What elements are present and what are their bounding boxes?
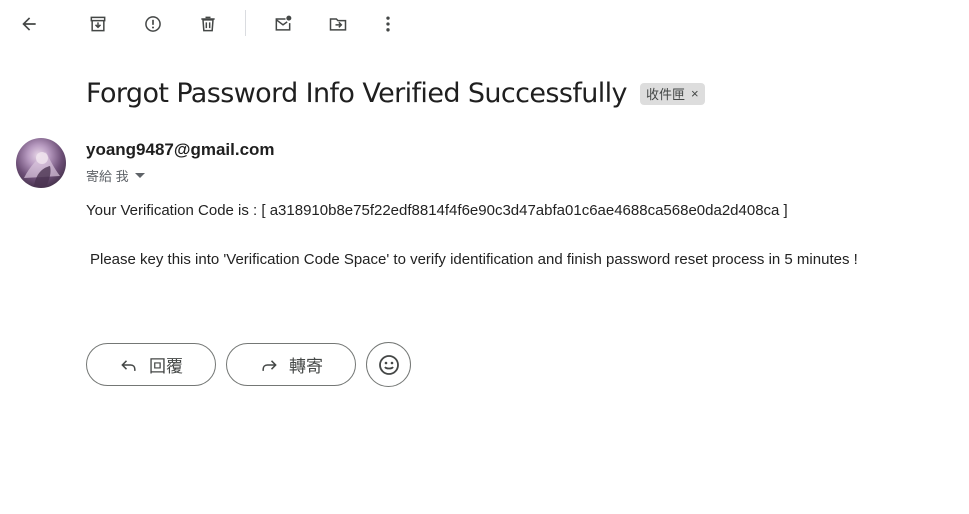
forward-icon [262,359,277,371]
verification-code-line: Your Verification Code is : [ a318910b8e… [86,202,788,219]
report-spam-icon [145,16,161,32]
back-icon [22,17,36,31]
recipient-row: 寄給 我 [86,166,145,185]
show-details-caret-icon[interactable] [134,173,145,178]
emoji-icon [378,354,399,375]
archive-icon [90,16,106,32]
toolbar [0,0,969,48]
toolbar-divider [245,10,246,36]
reply-label: 回覆 [149,357,183,376]
more-options-button[interactable] [370,6,406,42]
email-subject: Forgot Password Info Verified Successful… [86,78,628,109]
delete-icon [201,16,215,32]
inbox-label-chip[interactable]: 收件匣 × [639,82,705,105]
move-to-button[interactable] [320,6,356,42]
forward-label: 轉寄 [289,357,323,376]
mark-unread-icon [275,15,292,31]
avatar-image [24,152,60,188]
remove-label-icon[interactable]: × [691,86,699,101]
reply-icon [121,359,136,371]
mark-unread-button[interactable] [265,6,301,42]
more-vert-icon [386,16,390,32]
sender-email[interactable]: yoang9487@gmail.com [86,140,275,160]
reply-button[interactable]: 回覆 [86,343,216,386]
report-spam-button[interactable] [135,6,171,42]
emoji-reaction-button[interactable] [366,342,411,387]
move-to-icon [329,18,347,31]
delete-button[interactable] [190,6,226,42]
avatar[interactable] [16,138,66,188]
back-button[interactable] [11,6,47,42]
subject-row: Forgot Password Info Verified Successful… [86,78,705,109]
instruction-line: Please key this into 'Verification Code … [90,251,858,268]
recipient-text: 寄給 我 [86,169,129,184]
label-text: 收件匣 [645,87,685,102]
archive-button[interactable] [80,6,116,42]
forward-button[interactable]: 轉寄 [226,343,356,386]
